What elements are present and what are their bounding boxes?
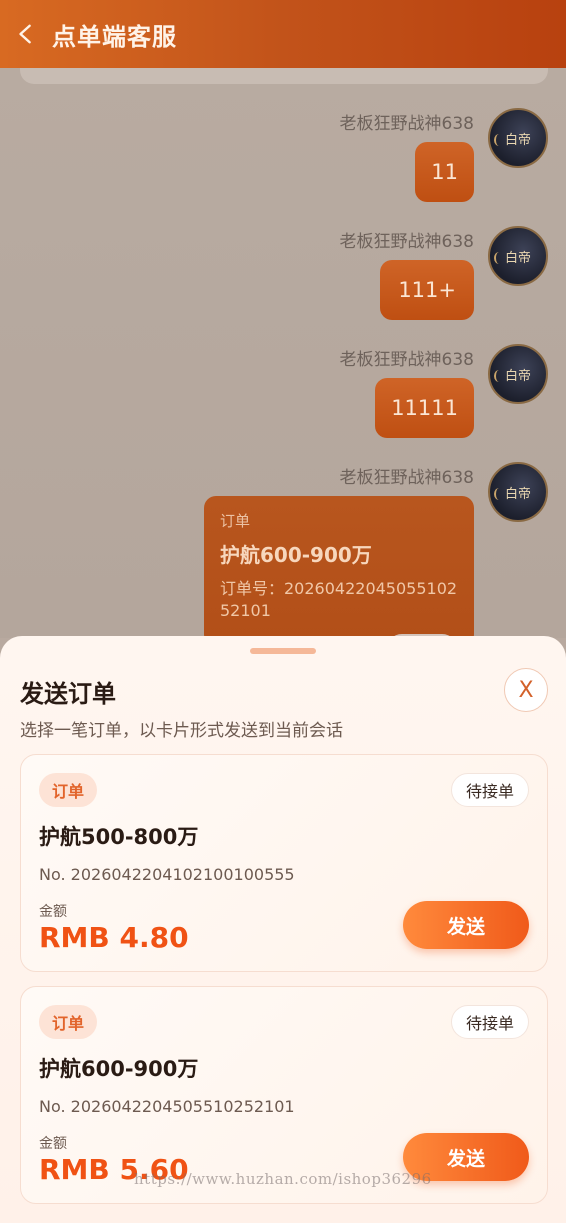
send-button[interactable]: 发送 xyxy=(403,901,529,949)
avatar-text: 白帝 xyxy=(504,368,531,384)
sender-name: 老板狂野战神638 xyxy=(339,350,474,370)
sender-name: 老板狂野战神638 xyxy=(339,468,474,488)
chat-message: 老板狂野战神638 订单 护航600-900万 订单号：202604220450… xyxy=(204,462,548,638)
back-button[interactable] xyxy=(0,0,52,68)
order-label: 订单 xyxy=(220,512,251,530)
amount-label: 金额 xyxy=(39,1136,67,1152)
order-title: 护航500-800万 xyxy=(39,825,199,849)
sheet-handle[interactable] xyxy=(250,648,316,654)
avatar[interactable]: 白帝 xyxy=(488,226,548,286)
sender-name: 老板狂野战神638 xyxy=(339,232,474,252)
send-order-sheet: 发送订单 选择一笔订单，以卡片形式发送到当前会话 X 订单 待接单 护航500-… xyxy=(0,636,566,1223)
sheet-title: 发送订单 xyxy=(20,680,116,708)
status-badge: 待接单 xyxy=(451,1005,529,1039)
order-title: 护航600-900万 xyxy=(220,543,372,567)
amount-value: RMB 4.80 xyxy=(39,921,189,954)
app-header: 点单端客服 xyxy=(0,0,566,68)
chat-message: 老板狂野战神638 111+ 白帝 xyxy=(340,226,548,320)
order-title: 护航600-900万 xyxy=(39,1057,199,1081)
message-bubble[interactable]: 11 xyxy=(415,142,474,202)
chat-message: 老板狂野战神638 11111 白帝 xyxy=(340,344,548,438)
previous-message-card xyxy=(20,68,548,84)
close-button[interactable]: X xyxy=(504,668,548,712)
order-tag: 订单 xyxy=(39,1005,97,1039)
watermark-text: https://www.huzhan.com/ishop36296 xyxy=(134,1170,432,1188)
chat-area[interactable]: 老板狂野战神638 11 白帝 老板狂野战神638 111+ 白帝 老板狂野战神… xyxy=(0,68,566,638)
avatar[interactable]: 白帝 xyxy=(488,108,548,168)
amount-label: 金额 xyxy=(39,904,67,920)
sender-name: 老板狂野战神638 xyxy=(339,114,474,134)
avatar[interactable]: 白帝 xyxy=(488,462,548,522)
chevron-left-icon xyxy=(19,24,31,44)
message-bubble[interactable]: 11111 xyxy=(375,378,474,438)
order-tag: 订单 xyxy=(39,773,97,807)
order-card[interactable]: 订单 待接单 护航500-800万 No. 202604220410210010… xyxy=(20,754,548,972)
sheet-subtitle: 选择一笔订单，以卡片形式发送到当前会话 xyxy=(20,721,343,741)
order-number: 订单号：2026042204505510252101 xyxy=(220,579,458,620)
avatar-text: 白帝 xyxy=(504,250,531,266)
page-title: 点单端客服 xyxy=(52,22,177,51)
status-badge: 待接单 xyxy=(451,773,529,807)
order-card-message[interactable]: 订单 护航600-900万 订单号：2026042204505510252101 xyxy=(204,496,474,638)
message-bubble[interactable]: 111+ xyxy=(380,260,474,320)
avatar-text: 白帝 xyxy=(504,486,531,502)
chat-message: 老板狂野战神638 11 白帝 xyxy=(340,108,548,202)
avatar[interactable]: 白帝 xyxy=(488,344,548,404)
order-number: No. 2026042204505510252101 xyxy=(39,1097,295,1116)
avatar-text: 白帝 xyxy=(504,132,531,148)
order-number: No. 2026042204102100100555 xyxy=(39,865,295,884)
